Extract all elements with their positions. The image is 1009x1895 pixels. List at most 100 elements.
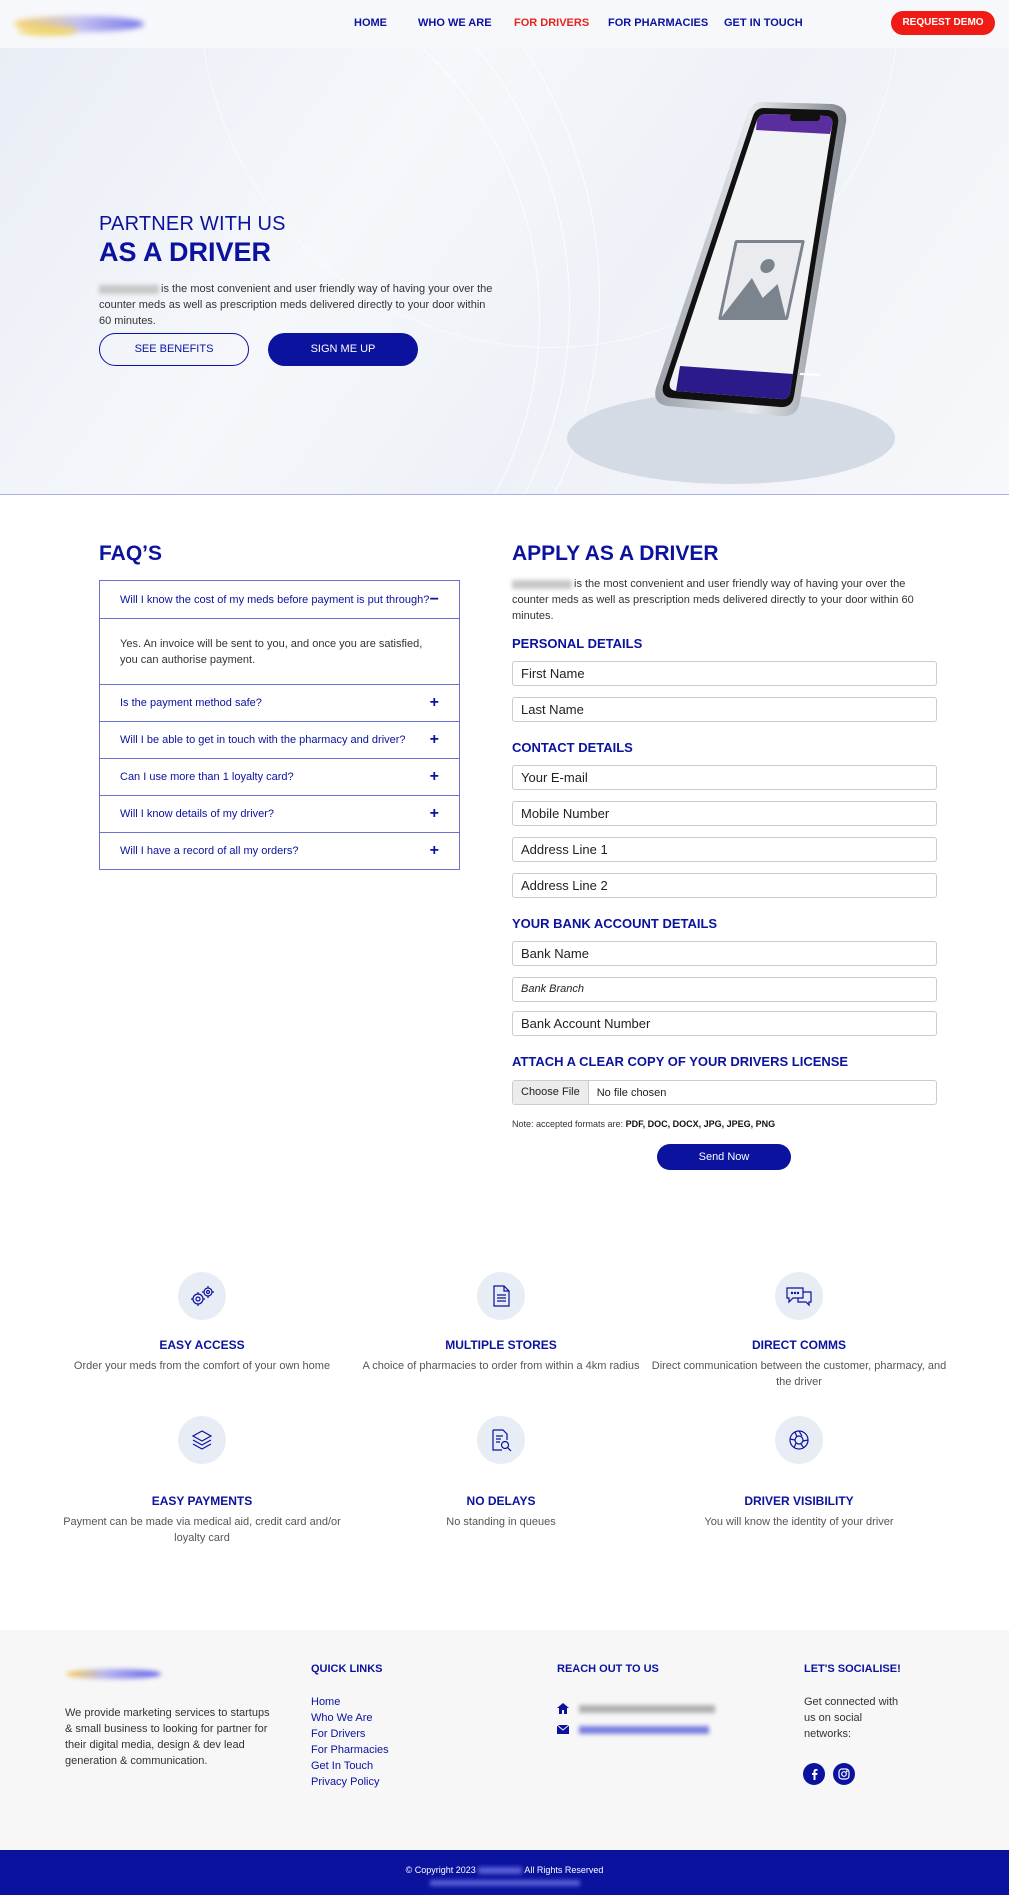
layers-icon bbox=[178, 1416, 226, 1464]
apply-title: APPLY AS A DRIVER bbox=[512, 542, 719, 565]
feature-title: MULTIPLE STORES bbox=[445, 1338, 557, 1352]
hero-subtitle: PARTNER WITH US bbox=[99, 213, 286, 235]
redacted-brand-name bbox=[99, 284, 159, 294]
feature-description: Order your meds from the comfort of your… bbox=[73, 1360, 331, 1372]
feature-title: DIRECT COMMS bbox=[752, 1338, 846, 1352]
feature-description: A choice of pharmacies to order from wit… bbox=[362, 1360, 640, 1372]
nav-for-drivers[interactable]: FOR DRIVERS bbox=[514, 17, 589, 29]
feature-title: EASY PAYMENTS bbox=[151, 1494, 253, 1508]
address-line-2-field[interactable]: Address Line 2 bbox=[512, 873, 937, 898]
minus-icon: − bbox=[429, 590, 439, 608]
hero-description: is the most convenient and user friendly… bbox=[99, 283, 493, 327]
mobile-number-field[interactable]: Mobile Number bbox=[512, 801, 937, 826]
plus-icon: + bbox=[429, 842, 439, 859]
feature-description: You will know the identity of your drive… bbox=[704, 1516, 894, 1528]
email-field[interactable]: Your E-mail bbox=[512, 765, 937, 790]
feature-multiple-stores: MULTIPLE STORES A choice of pharmacies t… bbox=[351, 1272, 651, 1374]
feature-direct-comms: DIRECT COMMS Direct communication betwee… bbox=[649, 1272, 949, 1390]
footer-link-who-we-are[interactable]: Who We Are bbox=[311, 1710, 389, 1726]
faq-question-text: Will I know the cost of my meds before p… bbox=[120, 593, 430, 606]
redacted-address bbox=[579, 1704, 715, 1713]
bank-account-number-field[interactable]: Bank Account Number bbox=[512, 1011, 937, 1036]
faq-question[interactable]: Will I be able to get in touch with the … bbox=[100, 721, 459, 758]
footer-link-privacy-policy[interactable]: Privacy Policy bbox=[311, 1774, 389, 1790]
address-line-1-field[interactable]: Address Line 1 bbox=[512, 837, 937, 862]
bank-name-field[interactable]: Bank Name bbox=[512, 941, 937, 966]
footer-link-for-drivers[interactable]: For Drivers bbox=[311, 1726, 389, 1742]
feature-title: DRIVER VISIBILITY bbox=[744, 1494, 854, 1508]
faq-question-text: Can I use more than 1 loyalty card? bbox=[120, 771, 294, 783]
redacted-brand-name bbox=[478, 1867, 523, 1875]
quick-links-list: Home Who We Are For Drivers For Pharmaci… bbox=[311, 1694, 389, 1790]
document-icon bbox=[477, 1272, 525, 1320]
nav-home[interactable]: HOME bbox=[354, 17, 387, 29]
contact-details-heading: CONTACT DETAILS bbox=[512, 740, 633, 755]
last-name-field[interactable]: Last Name bbox=[512, 697, 937, 722]
nav-who-we-are[interactable]: WHO WE ARE bbox=[418, 17, 492, 29]
gears-icon bbox=[178, 1272, 226, 1320]
feature-title: NO DELAYS bbox=[466, 1494, 536, 1508]
feature-description: Direct communication between the custome… bbox=[651, 1360, 947, 1388]
footer-logo[interactable] bbox=[66, 1663, 166, 1685]
faq-question-text: Is the payment method safe? bbox=[120, 697, 262, 709]
copyright-bar: © Copyright 2023 All Rights Reserved bbox=[0, 1850, 1009, 1895]
bank-details-heading: YOUR BANK ACCOUNT DETAILS bbox=[512, 916, 718, 931]
feature-description: Payment can be made via medical aid, cre… bbox=[63, 1516, 341, 1544]
feature-easy-payments: EASY PAYMENTS Payment can be made via me… bbox=[52, 1416, 352, 1546]
license-file-input[interactable]: Choose File No file chosen bbox=[512, 1080, 937, 1105]
license-heading: ATTACH A CLEAR COPY OF YOUR DRIVERS LICE… bbox=[512, 1054, 849, 1069]
quick-links-heading: QUICK LINKS bbox=[311, 1663, 383, 1675]
faq-question[interactable]: Will I know details of my driver? + bbox=[100, 795, 459, 832]
facebook-icon[interactable] bbox=[803, 1763, 825, 1785]
first-name-field[interactable]: First Name bbox=[512, 661, 937, 686]
faq-question-text: Will I know details of my driver? bbox=[120, 808, 275, 820]
search-document-icon bbox=[477, 1416, 525, 1464]
copyright-text: © Copyright 2023 All Rights Reserved bbox=[405, 1865, 604, 1875]
personal-details-heading: PERSONAL DETAILS bbox=[512, 636, 643, 651]
bank-branch-field[interactable]: Bank Branch bbox=[512, 977, 937, 1002]
faq-question[interactable]: Will I have a record of all my orders? + bbox=[100, 832, 459, 869]
aperture-icon bbox=[775, 1416, 823, 1464]
redacted-email bbox=[579, 1725, 709, 1734]
home-icon bbox=[557, 1703, 569, 1714]
sign-me-up-button[interactable]: SIGN ME UP bbox=[268, 333, 418, 366]
site-header: HOME WHO WE ARE FOR DRIVERS FOR PHARMACI… bbox=[0, 0, 1009, 48]
footer-email[interactable] bbox=[557, 1725, 709, 1734]
see-benefits-button[interactable]: SEE BENEFITS bbox=[99, 333, 249, 366]
hero-title: AS A DRIVER bbox=[99, 237, 272, 267]
redacted-brand-name bbox=[512, 579, 572, 589]
instagram-icon[interactable] bbox=[833, 1763, 855, 1785]
socialise-heading: LET'S SOCIALISE! bbox=[804, 1663, 901, 1675]
footer-link-home[interactable]: Home bbox=[311, 1694, 389, 1710]
faq-question-open[interactable]: Will I know the cost of my meds before p… bbox=[100, 581, 459, 618]
phone-mockup-image bbox=[655, 102, 847, 417]
faq-question[interactable]: Can I use more than 1 loyalty card? + bbox=[100, 758, 459, 795]
feature-description: No standing in queues bbox=[446, 1516, 556, 1528]
file-status: No file chosen bbox=[596, 1086, 667, 1099]
send-now-button[interactable]: Send Now bbox=[657, 1144, 791, 1170]
nav-get-in-touch[interactable]: GET IN TOUCH bbox=[724, 17, 803, 29]
apply-description: is the most convenient and user friendly… bbox=[512, 578, 914, 622]
faq-question-text: Will I have a record of all my orders? bbox=[120, 845, 299, 857]
faq-accordion: Will I know the cost of my meds before p… bbox=[99, 580, 460, 870]
redacted-link bbox=[430, 1880, 580, 1886]
faq-question[interactable]: Is the payment method safe? + bbox=[100, 684, 459, 721]
feature-easy-access: EASY ACCESS Order your meds from the com… bbox=[52, 1272, 352, 1374]
plus-icon: + bbox=[429, 768, 439, 785]
faq-question-text: Will I be able to get in touch with the … bbox=[120, 734, 406, 746]
social-description: Get connected with us on social networks… bbox=[804, 1696, 899, 1740]
feature-title: EASY ACCESS bbox=[159, 1338, 245, 1352]
footer-link-for-pharmacies[interactable]: For Pharmacies bbox=[311, 1742, 389, 1758]
plus-icon: + bbox=[429, 694, 439, 711]
nav-for-pharmacies[interactable]: FOR PHARMACIES bbox=[608, 17, 708, 29]
hero-section: PARTNER WITH US AS A DRIVER is the most … bbox=[0, 48, 1009, 495]
footer-about: We provide marketing services to startup… bbox=[65, 1707, 270, 1767]
reach-out-heading: REACH OUT TO US bbox=[557, 1663, 659, 1675]
footer-link-get-in-touch[interactable]: Get In Touch bbox=[311, 1758, 389, 1774]
request-demo-button[interactable]: REQUEST DEMO bbox=[891, 11, 995, 35]
footer-address bbox=[557, 1703, 715, 1714]
choose-file-button[interactable]: Choose File bbox=[513, 1081, 589, 1104]
chat-icon bbox=[775, 1272, 823, 1320]
brand-logo[interactable] bbox=[10, 8, 150, 40]
envelope-icon bbox=[557, 1725, 569, 1734]
